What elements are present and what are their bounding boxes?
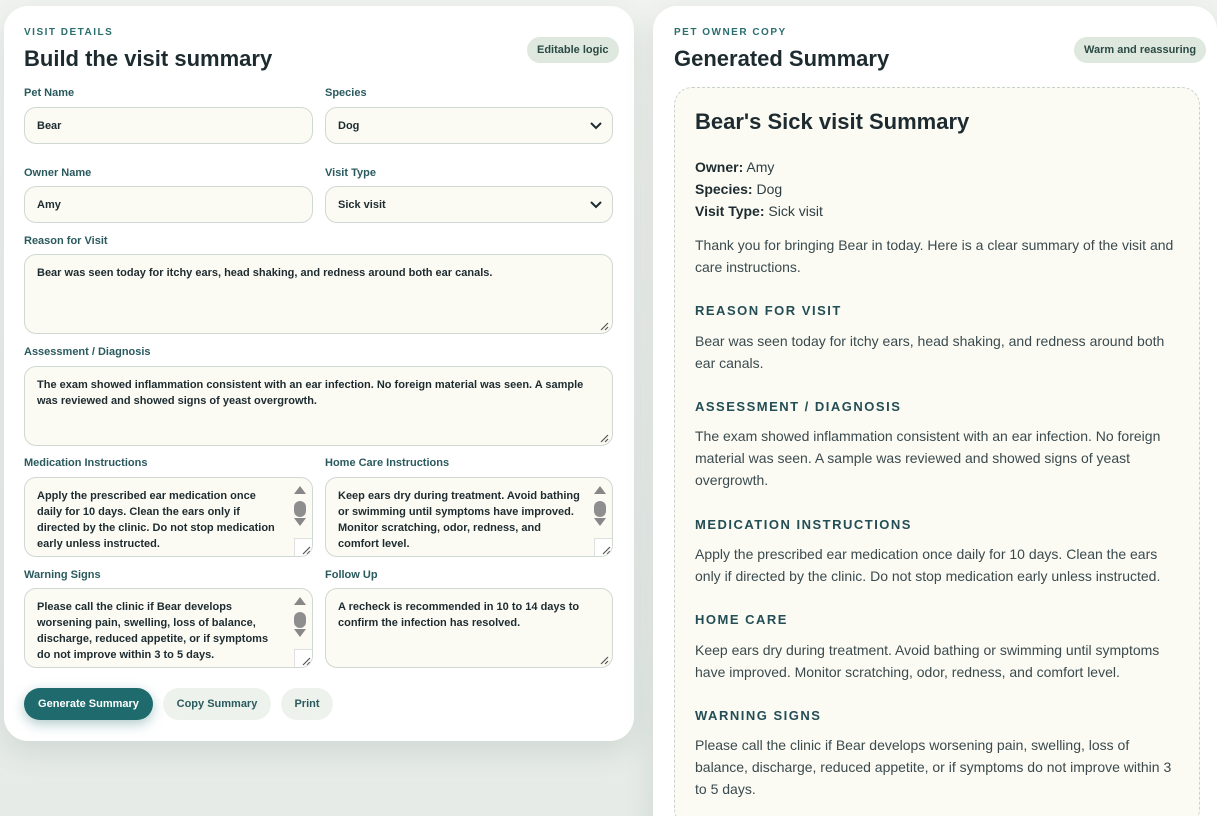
resize-handle-icon[interactable] <box>594 538 612 556</box>
copy-summary-button[interactable]: Copy Summary <box>163 688 271 720</box>
resize-handle-icon[interactable] <box>599 432 609 443</box>
home-care-value: Keep ears dry during treatment. Avoid ba… <box>338 490 580 550</box>
summary-intro: Thank you for bringing Bear in today. He… <box>695 237 1174 275</box>
summary-owner: Owner: Amy <box>695 159 774 175</box>
section-heading-home-care: HOME CARE <box>695 612 788 627</box>
home-care-textarea[interactable]: Keep ears dry during treatment. Avoid ba… <box>325 477 613 557</box>
pet-name-label: Pet Name <box>24 87 75 99</box>
resize-handle-icon[interactable] <box>599 320 609 331</box>
section-heading-reason: REASON FOR VISIT <box>695 303 842 318</box>
medication-scrollbar[interactable] <box>292 484 308 542</box>
scroll-up-arrow-icon[interactable] <box>294 597 306 605</box>
section-text-assessment: The exam showed inflammation consistent … <box>695 428 1161 488</box>
scroll-thumb[interactable] <box>594 501 606 517</box>
print-button[interactable]: Print <box>281 688 333 720</box>
scroll-down-arrow-icon[interactable] <box>294 518 306 526</box>
chevron-down-icon <box>590 199 602 211</box>
scroll-thumb[interactable] <box>294 501 306 517</box>
generated-summary-box: Bear's Sick visit Summary Owner: Amy Spe… <box>674 87 1200 816</box>
warning-signs-textarea[interactable]: Please call the clinic if Bear develops … <box>24 588 313 668</box>
warning-signs-label: Warning Signs <box>24 569 101 581</box>
visit-type-meta-value: Sick visit <box>768 203 823 219</box>
follow-up-label: Follow Up <box>325 569 378 581</box>
section-text-medication: Apply the prescribed ear medication once… <box>695 546 1161 584</box>
section-heading-warning: WARNING SIGNS <box>695 708 822 723</box>
resize-handle-icon[interactable] <box>294 649 312 667</box>
visit-type-select[interactable]: Sick visit <box>325 186 613 223</box>
editable-logic-badge: Editable logic <box>527 37 619 63</box>
home-care-scrollbar[interactable] <box>592 484 608 542</box>
pet-name-input[interactable]: Bear <box>24 107 313 144</box>
assessment-value: The exam showed inflammation consistent … <box>37 379 584 407</box>
follow-up-value: A recheck is recommended in 10 to 14 day… <box>338 601 580 629</box>
medication-textarea[interactable]: Apply the prescribed ear medication once… <box>24 477 313 557</box>
scroll-thumb[interactable] <box>294 612 306 628</box>
medication-label: Medication Instructions <box>24 457 148 469</box>
pet-owner-copy-eyebrow: PET OWNER COPY <box>674 27 787 38</box>
visit-type-meta-label: Visit Type: <box>695 203 765 219</box>
resize-handle-icon[interactable] <box>599 654 609 665</box>
visit-details-eyebrow: VISIT DETAILS <box>24 27 114 38</box>
assessment-textarea[interactable]: The exam showed inflammation consistent … <box>24 366 613 446</box>
species-meta-value: Dog <box>756 181 783 197</box>
tone-badge: Warm and reassuring <box>1074 37 1207 63</box>
section-text-warning: Please call the clinic if Bear develops … <box>695 737 1172 797</box>
follow-up-textarea[interactable]: A recheck is recommended in 10 to 14 day… <box>325 588 613 668</box>
reason-textarea[interactable]: Bear was seen today for itchy ears, head… <box>24 254 613 334</box>
section-heading-medication: MEDICATION INSTRUCTIONS <box>695 517 912 532</box>
owner-name-value: Amy <box>37 198 61 211</box>
summary-species: Species: Dog <box>695 181 782 197</box>
owner-meta-value: Amy <box>746 159 775 175</box>
generate-summary-button[interactable]: Generate Summary <box>24 688 153 720</box>
species-select[interactable]: Dog <box>325 107 613 144</box>
section-text-home-care: Keep ears dry during treatment. Avoid ba… <box>695 642 1160 680</box>
pet-name-value: Bear <box>37 119 62 132</box>
owner-name-input[interactable]: Amy <box>24 186 313 223</box>
summary-visit-type: Visit Type: Sick visit <box>695 203 823 219</box>
scroll-up-arrow-icon[interactable] <box>594 486 606 494</box>
scroll-down-arrow-icon[interactable] <box>294 629 306 637</box>
reason-value: Bear was seen today for itchy ears, head… <box>37 267 493 279</box>
section-text-reason: Bear was seen today for itchy ears, head… <box>695 333 1165 371</box>
form-title: Build the visit summary <box>24 46 273 71</box>
summary-heading: Bear's Sick visit Summary <box>695 109 970 134</box>
species-label: Species <box>325 87 367 99</box>
species-value: Dog <box>338 119 360 132</box>
home-care-label: Home Care Instructions <box>325 457 450 469</box>
section-heading-assessment: ASSESSMENT / DIAGNOSIS <box>695 399 902 414</box>
medication-value: Apply the prescribed ear medication once… <box>37 490 275 550</box>
owner-meta-label: Owner: <box>695 159 744 175</box>
scroll-down-arrow-icon[interactable] <box>594 518 606 526</box>
visit-type-value: Sick visit <box>338 198 386 211</box>
warning-signs-scrollbar[interactable] <box>292 595 308 653</box>
owner-name-label: Owner Name <box>24 167 92 179</box>
reason-label: Reason for Visit <box>24 235 108 247</box>
warning-signs-value: Please call the clinic if Bear develops … <box>37 601 269 661</box>
visit-type-label: Visit Type <box>325 167 376 179</box>
assessment-label: Assessment / Diagnosis <box>24 346 151 358</box>
species-meta-label: Species: <box>695 181 753 197</box>
resize-handle-icon[interactable] <box>294 538 312 556</box>
chevron-down-icon <box>590 120 602 132</box>
summary-panel-title: Generated Summary <box>674 46 890 71</box>
scroll-up-arrow-icon[interactable] <box>294 486 306 494</box>
